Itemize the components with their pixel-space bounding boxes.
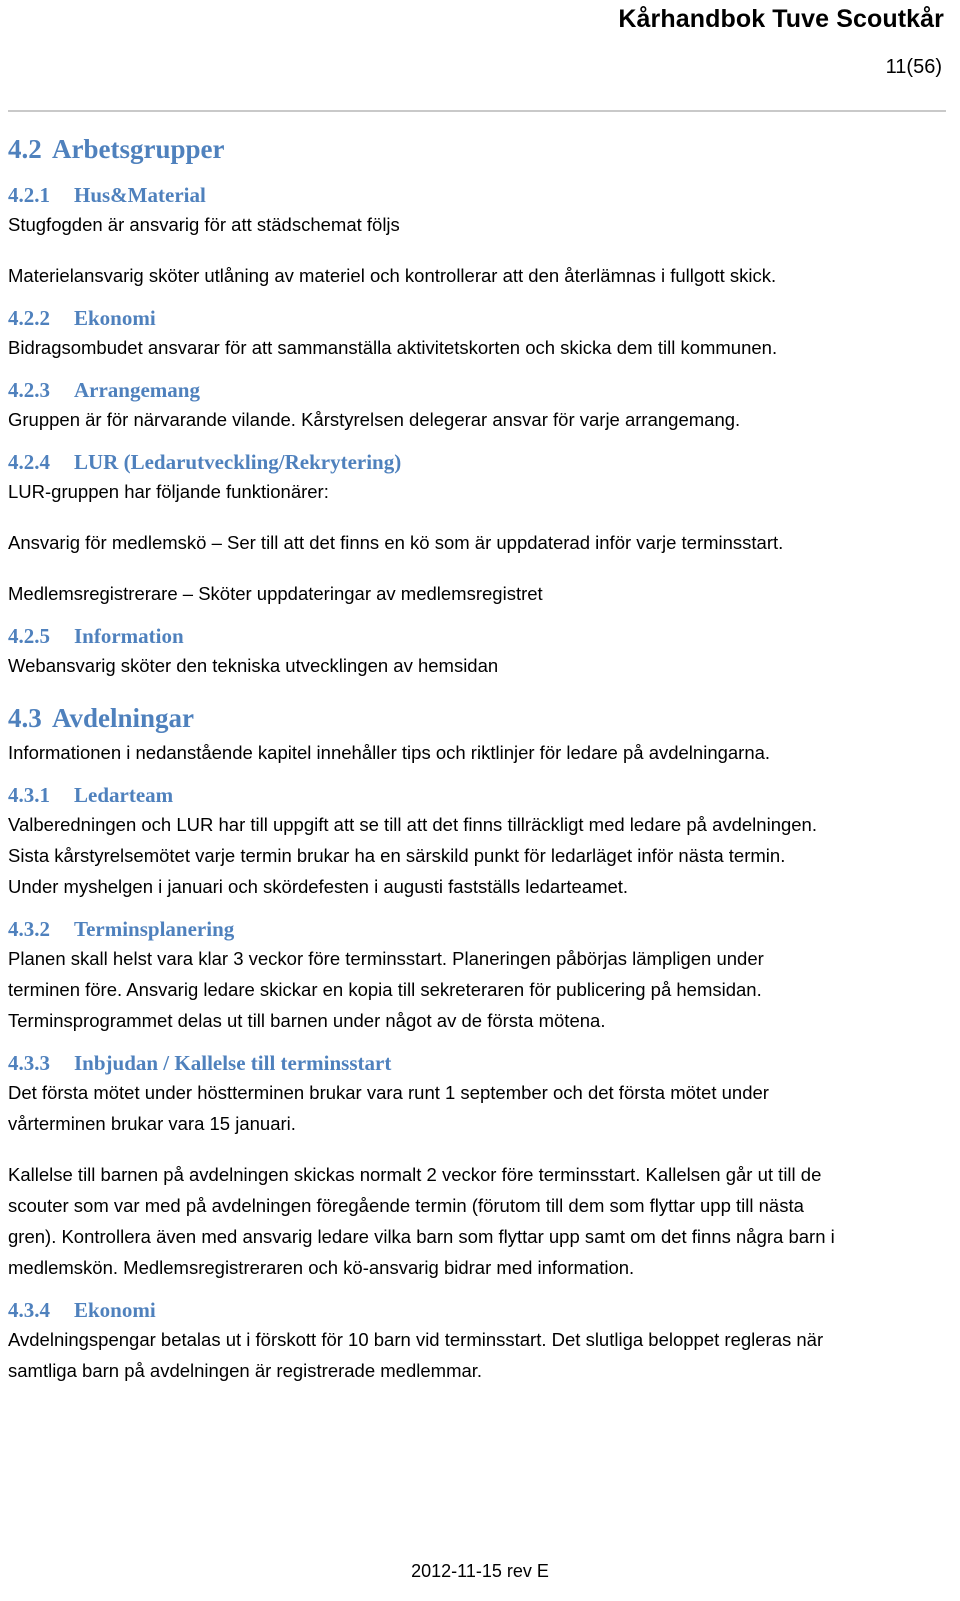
paragraph-4-2-1-a: Stugfogden är ansvarig för att städschem… — [8, 214, 400, 235]
document-header: Kårhandbok Tuve Scoutkår 11(56) — [8, 0, 946, 80]
paragraph-4-3-1-b: Sista kårstyrelsemötet varje termin bruk… — [8, 845, 786, 866]
heading-4-2-3: 4.2.3 Arrangemang — [8, 363, 946, 404]
paragraph-4-2-2-a: Bidragsombudet ansvarar för att sammanst… — [8, 337, 778, 358]
heading-4-3-1-title: Ledarteam — [74, 783, 174, 807]
paragraph-4-3-4-b: samtliga barn på avdelningen är registre… — [8, 1360, 483, 1381]
document-title: Kårhandbok Tuve Scoutkår — [618, 5, 944, 33]
heading-4-3-number: 4.3 — [8, 703, 42, 733]
heading-4-2-3-title: Arrangemang — [74, 378, 200, 402]
heading-4-2-3-number: 4.2.3 — [8, 378, 50, 402]
heading-4-2-4-number: 4.2.4 — [8, 450, 50, 474]
paragraph-4-3-2-b: terminen före. Ansvarig ledare skickar e… — [8, 979, 762, 1000]
heading-4-3-4: 4.3.4 Ekonomi — [8, 1283, 946, 1324]
heading-4-3-2: 4.3.2 Terminsplanering — [8, 902, 946, 943]
document-footer: 2012-11-15 rev E — [411, 1561, 549, 1581]
heading-4-3-3: 4.3.3 Inbjudan / Kallelse till terminssta… — [8, 1036, 946, 1077]
heading-4-3-2-title: Terminsplanering — [74, 917, 235, 941]
paragraph-4-2-5-a: Webansvarig sköter den tekniska utveckli… — [8, 655, 499, 676]
heading-4-3-1-number: 4.3.1 — [8, 783, 50, 807]
heading-4-3: 4.3 Avdelningar — [8, 681, 946, 737]
heading-4-2-2-title: Ekonomi — [74, 306, 156, 330]
heading-4-2-5: 4.2.5 Information — [8, 609, 946, 650]
document-page: Kårhandbok Tuve Scoutkår 11(56) 4.2 Arbet… — [0, 0, 960, 1601]
heading-4-2-5-number: 4.2.5 — [8, 624, 50, 648]
heading-4-2-5-title: Information — [74, 624, 184, 648]
heading-4-2-4-title: LUR (Ledarutveckling/Rekrytering) — [74, 450, 402, 474]
heading-4-3-1: 4.3.1 Ledarteam — [8, 768, 946, 809]
paragraph-4-3-3-e: gren). Kontrollera även med ansvarig led… — [8, 1226, 835, 1247]
paragraph-4-3-2-c: Terminsprogrammet delas ut till barnen u… — [8, 1010, 606, 1031]
heading-4-3-4-title: Ekonomi — [74, 1298, 156, 1322]
paragraph-4-3-2-a: Planen skall helst vara klar 3 veckor fö… — [8, 948, 764, 969]
paragraph-4-2-4-b: Ansvarig för medlemskö – Ser till att de… — [8, 532, 784, 553]
paragraph-4-2-3-a: Gruppen är för närvarande vilande. Kårst… — [8, 409, 741, 430]
paragraph-4-2-4-c: Medlemsregistrerare – Sköter uppdatering… — [8, 583, 543, 604]
paragraph-4-3-3-a: Det första mötet under höstterminen bruk… — [8, 1082, 769, 1103]
paragraph-4-2-4-a: LUR-gruppen har följande funktionärer: — [8, 481, 329, 502]
heading-4-2-1-number: 4.2.1 — [8, 183, 50, 207]
heading-4-2-number: 4.2 — [8, 134, 42, 164]
paragraph-4-3-a: Informationen i nedanstående kapitel inn… — [8, 742, 771, 763]
paragraph-4-3-4-a: Avdelningspengar betalas ut i förskott f… — [8, 1329, 824, 1350]
paragraph-4-3-3-d: scouter som var med på avdelningen föreg… — [8, 1195, 804, 1216]
heading-4-3-3-title: Inbjudan / Kallelse till terminsstart — [74, 1051, 392, 1075]
heading-4-2-4: 4.2.4 LUR (Ledarutveckling/Rekrytering) — [8, 435, 946, 476]
heading-4-2-1-title: Hus&Material — [74, 183, 206, 207]
heading-4-2-2: 4.2.2 Ekonomi — [8, 291, 946, 332]
paragraph-4-3-3-c: Kallelse till barnen på avdelningen skic… — [8, 1164, 822, 1185]
heading-4-2: 4.2 Arbetsgrupper — [8, 112, 946, 168]
heading-4-3-2-number: 4.3.2 — [8, 917, 50, 941]
paragraph-4-3-3-b: vårterminen brukar vara 15 januari. — [8, 1113, 296, 1134]
paragraph-4-3-3-f: medlemskön. Medlemsregistreraren och kö-… — [8, 1257, 635, 1278]
heading-4-3-4-number: 4.3.4 — [8, 1298, 50, 1322]
heading-4-2-title: Arbetsgrupper — [52, 134, 225, 164]
heading-4-3-3-number: 4.3.3 — [8, 1051, 50, 1075]
heading-4-2-1: 4.2.1 Hus&Material — [8, 168, 946, 209]
heading-4-3-title: Avdelningar — [52, 703, 195, 733]
paragraph-4-3-1-c: Under myshelgen i januari och skördefest… — [8, 876, 629, 897]
page-number: 11(56) — [885, 56, 942, 78]
paragraph-4-3-1-a: Valberedningen och LUR har till uppgift … — [8, 814, 817, 835]
heading-4-2-2-number: 4.2.2 — [8, 306, 50, 330]
paragraph-4-2-1-b: Materielansvarig sköter utlåning av mate… — [8, 265, 777, 286]
